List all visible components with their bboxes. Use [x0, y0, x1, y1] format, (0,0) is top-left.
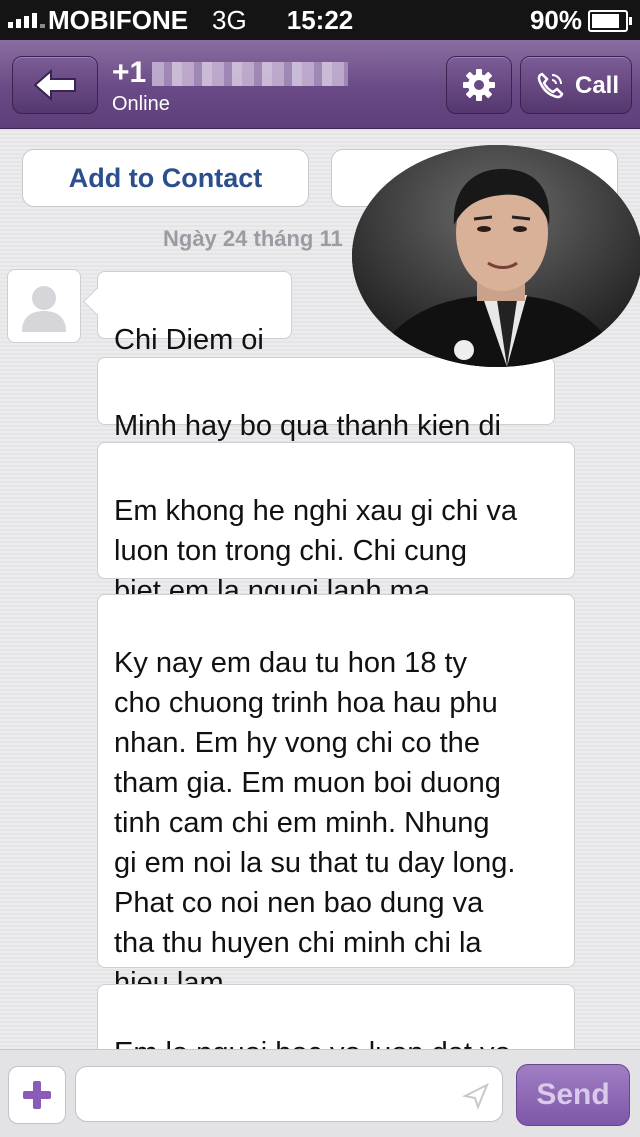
- gear-icon: [463, 69, 495, 101]
- back-arrow-icon: [33, 69, 76, 101]
- date-separator: Ngày 24 tháng 11: [163, 226, 343, 251]
- message-text: Em khong he nghi xau gi chi va luon ton …: [114, 495, 518, 607]
- message-text: Chi Diem oi: [114, 324, 264, 356]
- portrait-photo: [352, 145, 640, 367]
- message-list[interactable]: Add to Contact Ngày 24 tháng 11 Chi Diem…: [0, 129, 640, 1049]
- back-button[interactable]: [12, 56, 98, 114]
- call-button[interactable]: Call: [520, 56, 632, 114]
- phone-icon: [537, 72, 564, 99]
- add-attachment-button[interactable]: [8, 1066, 66, 1124]
- avatar[interactable]: [7, 269, 81, 343]
- battery-level: [592, 14, 619, 28]
- settings-button[interactable]: [446, 56, 512, 114]
- contact-number: +1: [112, 56, 349, 90]
- message-bubble: Ky nay em dau tu hon 18 ty cho chuong tr…: [97, 594, 575, 999]
- redacted-number: [152, 62, 349, 87]
- phone-prefix: +1: [112, 56, 147, 89]
- default-avatar-icon: [22, 286, 66, 332]
- message-bubble: Em khong he nghi xau gi chi va luon ton …: [97, 442, 575, 607]
- presence-status: Online: [112, 93, 170, 115]
- message-text: Minh hay bo qua thanh kien di: [114, 410, 501, 442]
- message-bubble: Chi Diem oi: [97, 271, 292, 356]
- battery-percent: 90%: [529, 5, 582, 35]
- paper-plane-icon: [462, 1082, 489, 1110]
- composer-bar: Send: [0, 1049, 640, 1137]
- message-input[interactable]: [75, 1066, 503, 1122]
- message-bubble: Minh hay bo qua thanh kien di: [97, 357, 555, 442]
- battery-icon: [588, 10, 632, 32]
- message-bubble: Em la nguoi hoc vo luon dat vo duc hang …: [97, 984, 575, 1049]
- add-to-contact-button[interactable]: Add to Contact: [22, 149, 309, 207]
- conversation-header: +1 Online Call: [0, 40, 640, 129]
- call-label: Call: [575, 72, 620, 99]
- message-text: Ky nay em dau tu hon 18 ty cho chuong tr…: [114, 647, 516, 999]
- portrait-image: [352, 145, 640, 367]
- send-button[interactable]: Send: [516, 1064, 630, 1126]
- status-bar: MOBIFONE 3G 15:22 90%: [0, 0, 640, 40]
- plus-icon: [23, 1081, 51, 1109]
- message-text: Em la nguoi hoc vo luon dat vo duc hang …: [114, 1037, 511, 1049]
